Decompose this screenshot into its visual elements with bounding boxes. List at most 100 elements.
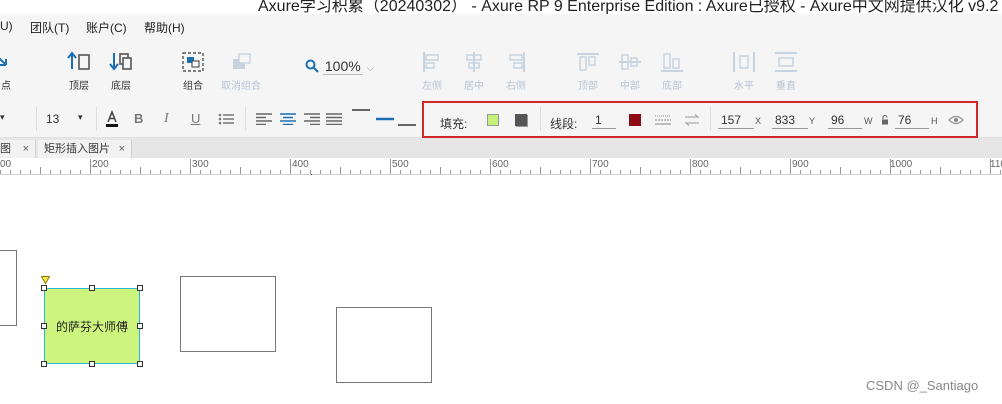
italic-icon[interactable]: I	[164, 111, 169, 127]
menu-item-account[interactable]: 账户(C)	[86, 19, 127, 36]
ruler-label: 700	[592, 159, 609, 170]
shadow-button[interactable]	[515, 114, 527, 126]
align-middle-button[interactable]: 中部	[618, 51, 642, 92]
ruler-tick	[40, 167, 41, 174]
align-right-button[interactable]: 右侧	[504, 51, 528, 92]
ruler-tick	[940, 167, 941, 174]
align-middle-label: 中部	[620, 81, 640, 92]
fill-color-swatch[interactable]	[487, 114, 499, 126]
ruler-tick	[920, 170, 921, 174]
divider	[710, 107, 711, 131]
text-align-justify-icon[interactable]	[326, 113, 342, 125]
zoom-control[interactable]: 100% ⌵	[305, 58, 374, 75]
ruler-tick	[150, 170, 151, 174]
zoom-value[interactable]: 100%	[322, 58, 363, 75]
align-top-button[interactable]: 顶部	[576, 51, 600, 92]
ruler-tick	[170, 170, 171, 174]
width-label: W	[864, 116, 873, 126]
resize-handle[interactable]	[41, 323, 47, 329]
ruler-tick	[800, 170, 801, 174]
ruler-tick	[930, 170, 931, 174]
ruler-tick	[810, 170, 811, 174]
valign-top-icon[interactable]	[352, 109, 370, 117]
width-input[interactable]: 96	[828, 113, 862, 129]
ruler-tick	[200, 170, 201, 174]
ruler-label: 1000	[890, 159, 913, 170]
line-style-icon[interactable]	[655, 114, 671, 126]
ruler-label: 600	[492, 159, 509, 170]
align-center-button[interactable]: 居中	[462, 51, 486, 92]
ruler-tick	[300, 170, 301, 174]
ruler-label: 400	[292, 159, 309, 170]
watermark: CSDN @_Santiago	[866, 378, 979, 393]
ruler-tick	[220, 170, 221, 174]
resize-handle[interactable]	[89, 285, 95, 291]
resize-handle[interactable]	[137, 323, 143, 329]
eye-icon[interactable]	[948, 115, 964, 125]
rectangle-shape[interactable]	[0, 250, 17, 326]
lock-icon[interactable]	[881, 115, 889, 125]
chevron-down-icon[interactable]: ⌵	[367, 63, 375, 74]
align-left-button[interactable]: 左侧	[420, 51, 444, 92]
y-input[interactable]: 833	[772, 113, 808, 129]
menu-item-help[interactable]: 帮助(H)	[144, 19, 185, 36]
distribute-vertical-button[interactable]: 垂直	[774, 51, 798, 92]
resize-handle[interactable]	[41, 361, 47, 367]
font-size-dropdown-arrow[interactable]: ▾	[78, 112, 83, 123]
ruler-tick	[260, 170, 261, 174]
ungroup-button[interactable]: 取消组合	[218, 51, 264, 92]
divider	[96, 107, 97, 131]
height-input[interactable]: 76	[895, 113, 929, 129]
ruler-label: 900	[792, 159, 809, 170]
resize-handle[interactable]	[41, 285, 47, 291]
underline-icon[interactable]: U	[191, 111, 200, 126]
line-color-swatch[interactable]	[629, 114, 641, 126]
tab-previous-page[interactable]: 图 ×	[0, 140, 36, 158]
menu-item-team[interactable]: 团队(T)	[30, 19, 69, 36]
font-color-button[interactable]	[106, 109, 118, 128]
x-input[interactable]: 157	[718, 113, 754, 129]
font-dropdown-arrow[interactable]: ▾	[0, 112, 5, 123]
point-tool-button[interactable]: 点	[0, 51, 18, 92]
menu-item-view[interactable]: U)	[0, 19, 13, 33]
font-size-value[interactable]: 13	[46, 112, 59, 126]
ruler-tick	[400, 170, 401, 174]
design-canvas[interactable]: 的萨芬大师傅	[0, 175, 1002, 404]
close-icon[interactable]: ×	[23, 140, 29, 158]
line-width-input[interactable]: 1	[592, 113, 616, 129]
rectangle-shape[interactable]	[180, 276, 276, 352]
ruler-tick	[820, 170, 821, 174]
valign-middle-icon[interactable]	[376, 115, 394, 123]
distribute-horizontal-button[interactable]: 水平	[732, 51, 756, 92]
ruler-label: 800	[692, 159, 709, 170]
bring-to-front-button[interactable]: 顶层	[66, 51, 92, 92]
text-align-center-icon[interactable]	[280, 113, 296, 125]
bullet-list-icon[interactable]	[218, 113, 234, 125]
text-align-left-icon[interactable]	[256, 113, 272, 125]
arrow-style-icon[interactable]	[684, 114, 700, 126]
ruler-tick	[210, 170, 211, 174]
selected-rectangle[interactable]: 的萨芬大师傅	[44, 288, 140, 364]
group-button[interactable]: 组合	[180, 51, 206, 92]
resize-handle[interactable]	[137, 285, 143, 291]
format-toolbar: ▾ 13 ▾ B I U 填充: 线段: 1 157 X 833 Y 96 W …	[0, 101, 1002, 138]
resize-handle[interactable]	[89, 361, 95, 367]
ruler-tick	[280, 170, 281, 174]
tab-insert-image[interactable]: 矩形插入图片 ×	[38, 140, 132, 158]
send-to-back-button[interactable]: 底层	[108, 51, 134, 92]
align-right-icon	[509, 52, 525, 72]
rectangle-shape[interactable]	[336, 307, 432, 383]
ruler-tick	[910, 170, 911, 174]
align-bottom-button[interactable]: 底部	[660, 51, 684, 92]
style-marker-icon[interactable]	[41, 276, 50, 284]
bold-icon[interactable]: B	[134, 111, 143, 126]
bring-to-front-icon	[67, 51, 90, 70]
close-icon[interactable]: ×	[119, 140, 125, 158]
resize-handle[interactable]	[137, 361, 143, 367]
valign-bottom-icon[interactable]	[398, 119, 416, 127]
ruler-tick	[130, 170, 131, 174]
ruler-tick	[80, 170, 81, 174]
text-align-right-icon[interactable]	[304, 113, 320, 125]
ruler-tick	[160, 170, 161, 174]
ruler-tick	[880, 170, 881, 174]
